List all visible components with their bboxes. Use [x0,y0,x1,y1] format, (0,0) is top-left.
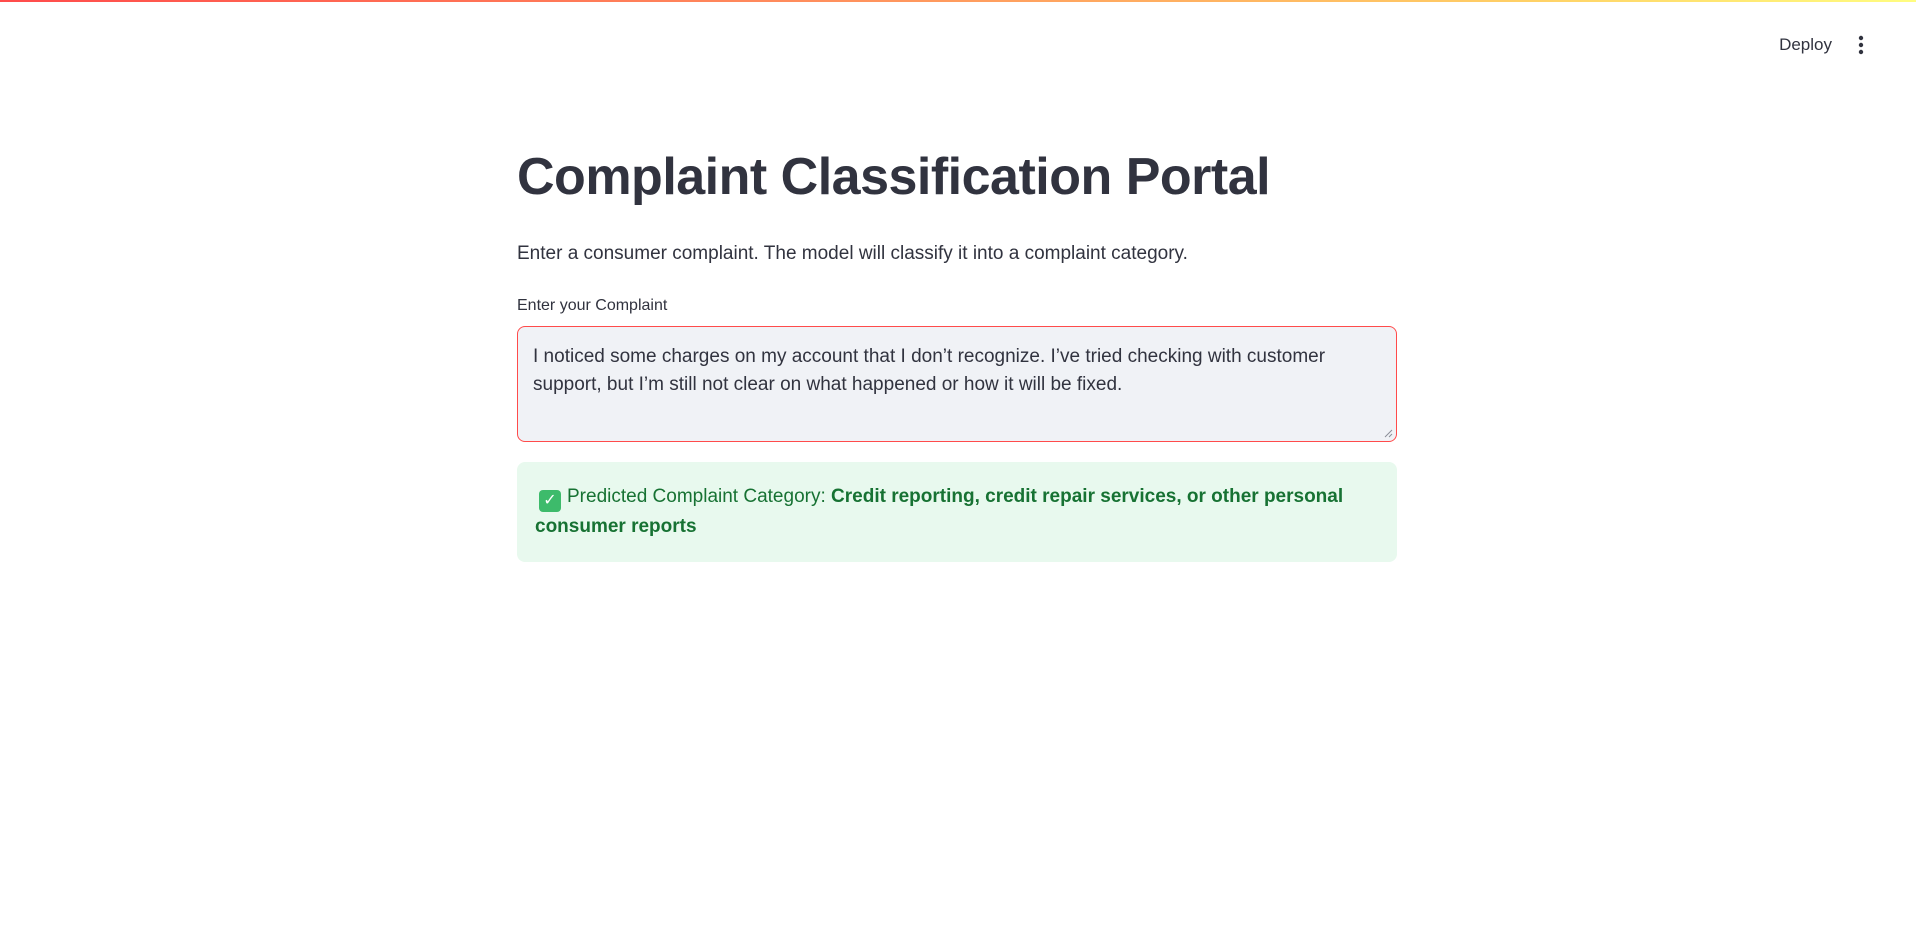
main-menu-button[interactable] [1844,28,1878,62]
complaint-field-label: Enter your Complaint [517,297,668,314]
complaint-textarea[interactable]: I noticed some charges on my account tha… [518,327,1396,441]
result-label: Predicted Complaint Category: [567,486,826,507]
prediction-result-alert: ✓ Predicted Complaint Category: Credit re… [517,462,1397,562]
app-header: Deploy [0,0,1916,88]
check-mark-icon: ✓ [539,490,561,512]
resize-handle-icon[interactable] [1383,428,1393,438]
deploy-button[interactable]: Deploy [1767,30,1844,60]
kebab-menu-icon [1858,35,1864,55]
main-content: Complaint Classification Portal Enter a … [517,140,1397,562]
page-title: Complaint Classification Portal [517,148,1271,206]
complaint-textarea-container: I noticed some charges on my account tha… [517,326,1397,442]
page-description: Enter a consumer complaint. The model wi… [517,243,1188,264]
